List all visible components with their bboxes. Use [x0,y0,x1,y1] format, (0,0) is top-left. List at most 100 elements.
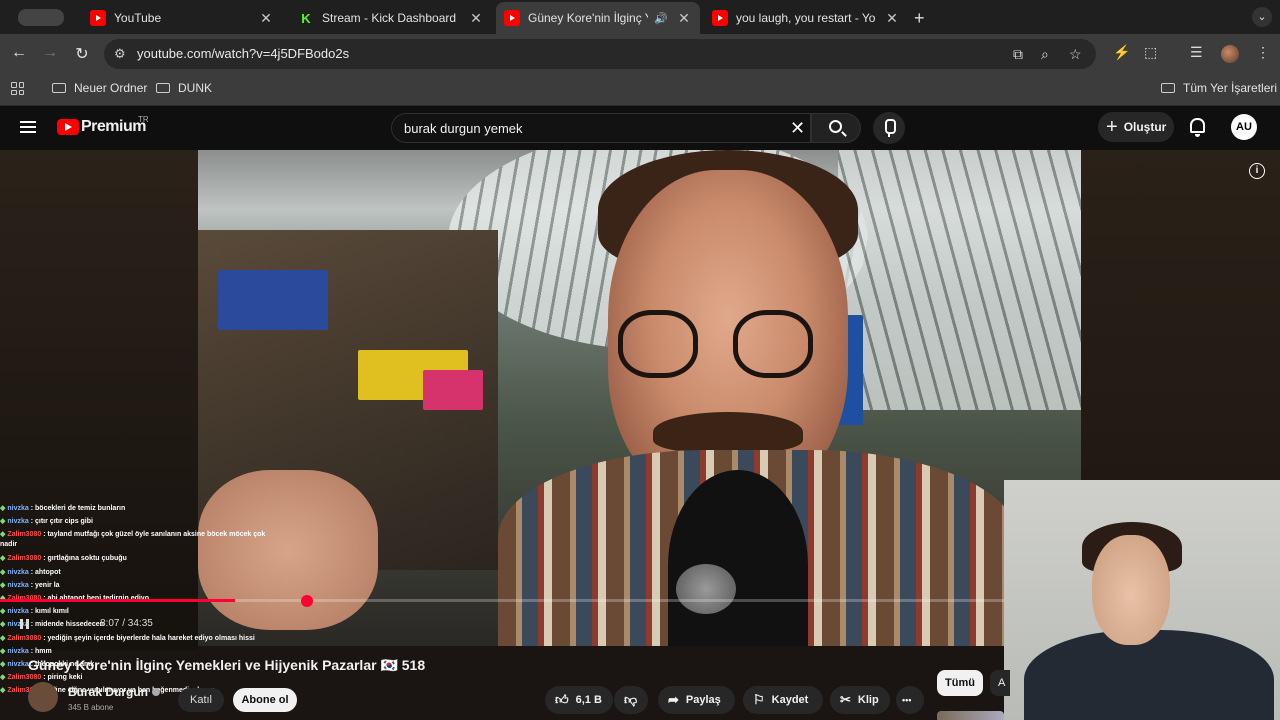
channel-name[interactable]: Burak Durgun [68,685,161,699]
tab-group-collapsed[interactable] [18,9,64,26]
tab-search-chevron-icon[interactable]: ⌄ [1252,7,1272,27]
youtube-icon [90,10,106,26]
scrubber-handle[interactable] [300,595,313,607]
speaker-icon[interactable]: 🔊 [654,12,668,25]
clip-button[interactable]: ✂ Klip [830,686,890,714]
save-label: Kaydet [771,694,809,706]
url-text[interactable]: youtube.com/watch?v=4j5DFBodo2s [137,46,349,61]
bookmark-star-icon[interactable]: ☆ [1069,46,1082,63]
thumbs-up-icon: 👍︎ [555,692,569,707]
folder-icon [156,83,170,93]
video-player[interactable]: i ◆ nivzka : böcekleri de temiz bunların ◆… [0,150,1280,720]
video-frame[interactable] [198,150,1081,646]
chat-message: ◆ Zalim3080 : yediğin şeyin içerde biyerl… [0,632,282,645]
chat-text: : yediğin şeyin içerde biyerlerde hala h… [41,634,255,642]
zoom-icon[interactable]: ⌕ [1041,46,1049,63]
close-icon[interactable]: ✕ [258,10,274,27]
bookmark-label: Neuer Ordner [74,81,148,95]
share-button[interactable]: ➦ Paylaş [658,686,735,714]
subscribe-button[interactable]: Abone ol [233,688,297,712]
reading-list-icon[interactable]: ☰ [1190,44,1203,61]
forward-arrow-icon[interactable]: → [40,44,60,62]
chat-badge-icon: ◆ [0,608,6,616]
save-button[interactable]: ⚐ Kaydet [743,686,823,714]
back-arrow-icon[interactable]: ← [9,44,29,62]
tab-label: Stream - Kick Dashboard [322,11,457,25]
search-box[interactable]: burak durgun yemek ✕ [391,113,811,143]
chat-username: Zalim3080 [7,674,42,682]
tab-youtube[interactable]: YouTube ✕ [82,4,282,32]
close-icon[interactable]: ✕ [884,10,900,27]
search-input[interactable]: burak durgun yemek [404,121,523,136]
chat-badge-icon: ◆ [0,634,6,642]
close-icon[interactable]: ✕ [676,10,692,27]
bookmark-label: DUNK [178,81,213,95]
chat-username: nivzka [7,647,29,655]
chat-text: : yenir la [28,581,60,589]
streamer-body [1024,630,1274,720]
shop-sign-blue [218,270,328,330]
chat-text: : hmm [28,647,52,655]
site-info-icon[interactable]: ⚙ [114,46,126,62]
bookmark-folder-neuer-ordner[interactable]: Neuer Ordner [52,81,147,95]
youtube-logo-icon[interactable] [57,119,79,135]
chat-username: nivzka [7,608,29,616]
bookmark-folder-dunk[interactable]: DUNK [156,81,212,95]
menu-hamburger-icon[interactable] [20,121,36,133]
chat-badge-icon: ◆ [0,531,6,539]
tab-active-video[interactable]: Güney Kore'nin İlginç Yem 🔊 ✕ [496,2,700,34]
join-button[interactable]: Katıl [178,688,224,712]
chat-username: nivzka [7,581,29,589]
youtube-premium-wordmark[interactable]: Premium [81,118,146,136]
all-bookmarks[interactable]: Tüm Yer İşaretleri [1161,81,1277,95]
address-bar[interactable]: ⚙ youtube.com/watch?v=4j5DFBodo2s ⧉ ⌕ ☆ [104,39,1096,69]
account-avatar[interactable]: AU [1231,114,1257,140]
clear-search-icon[interactable]: ✕ [790,118,805,139]
like-button[interactable]: 👍︎ 6,1 B [545,686,613,714]
browser-tab-strip: YouTube ✕ K Stream - Kick Dashboard ✕ Gü… [0,0,1280,34]
profile-avatar[interactable] [1221,45,1239,63]
tab-you-laugh[interactable]: you laugh, you restart - YouTu ✕ [704,4,908,32]
new-tab-plus-icon[interactable]: + [914,8,925,29]
chip-next[interactable]: A [990,670,1010,696]
chat-text: : gırtlağına soktu çubuğu [41,555,127,563]
region-code: TR [138,115,149,124]
progress-bar[interactable] [0,599,1004,602]
chat-badge-icon: ◆ [0,687,6,695]
tab-kick-dashboard[interactable]: K Stream - Kick Dashboard ✕ [290,4,492,32]
translate-icon[interactable]: ⚡ [1113,44,1130,61]
chat-message: ◆ nivzka : yenir la [0,579,282,592]
channel-avatar[interactable] [28,682,58,712]
chat-badge-icon: ◆ [0,581,6,589]
voice-search-mic-icon[interactable] [873,112,905,144]
chip-all[interactable]: Tümü [937,670,983,696]
info-icon[interactable]: i [1249,163,1265,179]
time-display: 8:07 / 34:35 [100,618,153,629]
chat-badge-icon: ◆ [0,568,6,576]
chat-username: nivzka [7,505,29,512]
like-count: 6,1 B [575,694,602,706]
subscriber-count: 345 B abone [68,703,114,712]
recommended-thumbnail[interactable] [937,711,1004,720]
bookmark-icon: ⚐ [753,692,765,707]
extensions-icon[interactable]: ⬚ [1144,44,1157,61]
chat-badge-icon: ◆ [0,674,6,682]
chat-text: : çıtır çıtır cips gibi [28,518,93,526]
channel-name-text: Burak Durgun [68,685,149,699]
create-button[interactable]: + Oluştur [1098,112,1174,142]
close-icon[interactable]: ✕ [468,10,484,27]
ambient-blur-right [1081,150,1280,480]
reload-icon[interactable]: ↻ [72,44,92,64]
more-menu-icon[interactable]: ⋮ [1256,44,1270,61]
search-button[interactable] [811,113,861,143]
install-app-icon[interactable]: ⧉ [1013,46,1023,63]
chat-message: ◆ nivzka : böcekleri de temiz bunların [0,502,282,515]
chat-text: : böcekleri de temiz bunların [28,505,126,512]
tab-label: YouTube [114,11,162,25]
pause-icon[interactable] [20,619,29,629]
apps-grid-icon[interactable] [11,82,24,95]
more-actions-button[interactable]: ••• [896,686,924,714]
dislike-button[interactable]: 👎︎ [614,686,648,714]
notifications-bell-icon[interactable] [1190,118,1205,137]
chat-text: : kımıl kımıl [28,608,69,616]
